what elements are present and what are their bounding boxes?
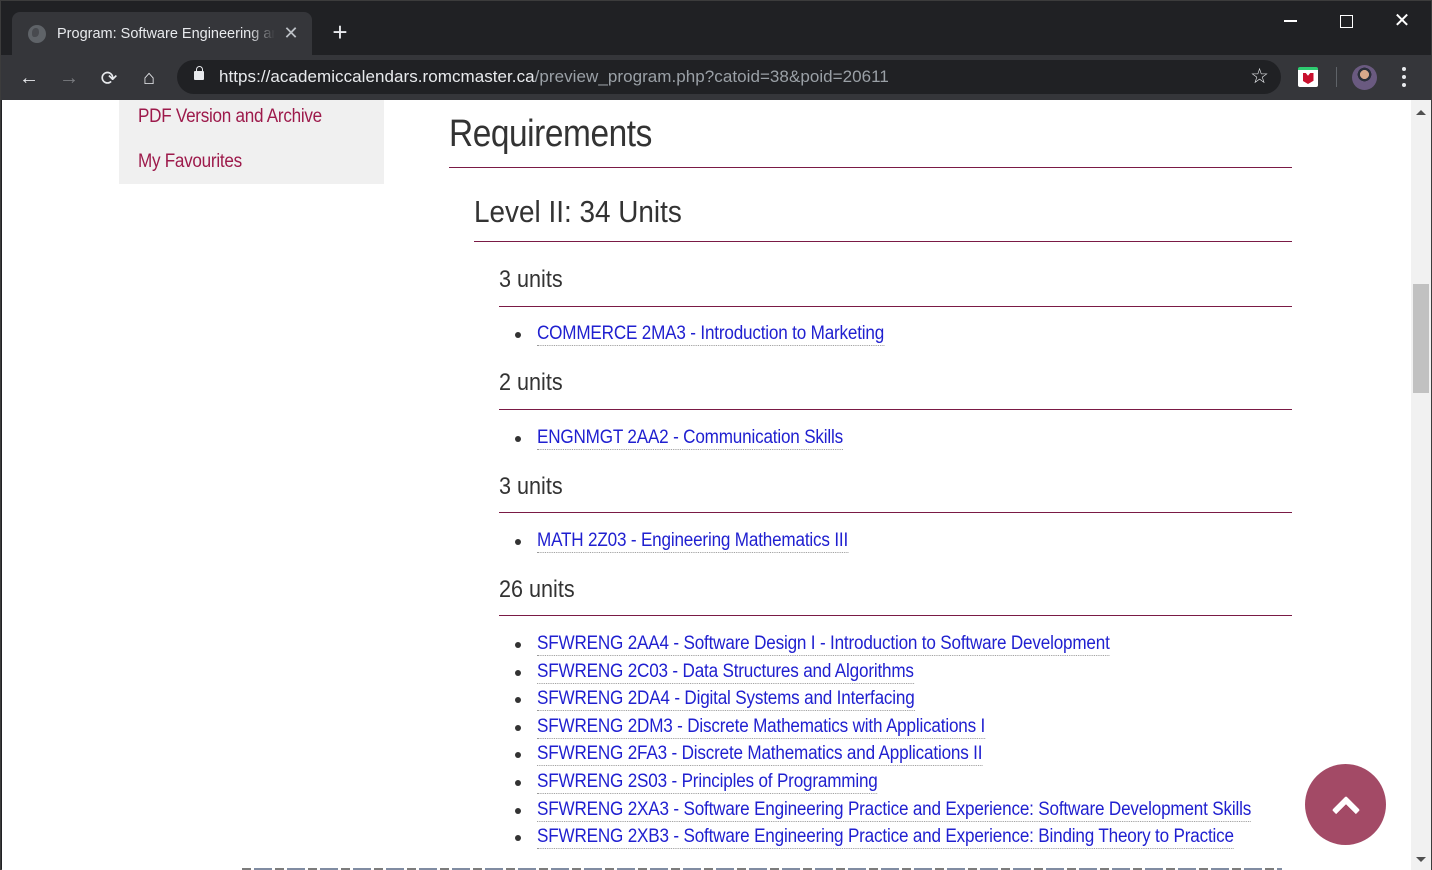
globe-icon xyxy=(28,24,46,43)
divider xyxy=(449,167,1292,168)
requirements-heading: Requirements xyxy=(449,113,652,155)
page-content: PDF Version and Archive My Favourites Re… xyxy=(2,100,1411,870)
course-link[interactable]: COMMERCE 2MA3 - Introduction to Marketin… xyxy=(537,322,884,346)
list-item: MATH 2Z03 - Engineering Mathematics III xyxy=(515,529,883,557)
reload-icon: ⟳ xyxy=(100,67,118,90)
window-close-button[interactable]: ✕ xyxy=(1373,1,1431,41)
course-list: MATH 2Z03 - Engineering Mathematics III xyxy=(515,529,883,557)
browser-window: Program: Software Engineering and Societ… xyxy=(0,0,1432,870)
list-item: SFWRENG 2XA3 - Software Engineering Prac… xyxy=(515,798,1330,826)
clipped-text-row xyxy=(242,864,1282,870)
course-list: SFWRENG 2AA4 - Software Design I - Intro… xyxy=(515,632,1330,853)
arrow-right-icon: → xyxy=(59,66,79,89)
url-text[interactable]: https://academiccalendars.romcmaster.ca/… xyxy=(219,67,889,87)
sidebar: PDF Version and Archive My Favourites xyxy=(119,100,384,184)
url-host: https://academiccalendars.romcmaster.ca xyxy=(219,67,535,86)
kebab-menu-icon[interactable] xyxy=(1397,65,1411,89)
back-to-top-button[interactable] xyxy=(1305,764,1386,845)
list-item: SFWRENG 2XB3 - Software Engineering Prac… xyxy=(515,825,1330,853)
list-item: SFWRENG 2C03 - Data Structures and Algor… xyxy=(515,660,1330,688)
browser-tab[interactable]: Program: Software Engineering and Societ… xyxy=(12,12,312,55)
home-icon: ⌂ xyxy=(142,66,156,89)
new-tab-button[interactable]: + xyxy=(327,19,353,45)
divider xyxy=(499,615,1292,616)
tab-strip: Program: Software Engineering and Societ… xyxy=(1,1,1431,55)
course-link[interactable]: SFWRENG 2C03 - Data Structures and Algor… xyxy=(537,660,914,684)
sidebar-link-my-favourites[interactable]: My Favourites xyxy=(138,151,242,173)
chevron-up-icon xyxy=(1331,795,1360,824)
units-heading: 3 units xyxy=(499,473,563,500)
home-button[interactable]: ⌂ xyxy=(134,63,164,93)
maximize-icon xyxy=(1339,14,1353,28)
course-list: COMMERCE 2MA3 - Introduction to Marketin… xyxy=(515,322,923,350)
maximize-button[interactable] xyxy=(1317,1,1375,41)
reload-button[interactable]: ⟳ xyxy=(94,63,124,93)
list-item: SFWRENG 2S03 - Principles of Programming xyxy=(515,770,1330,798)
course-link[interactable]: SFWRENG 2XB3 - Software Engineering Prac… xyxy=(537,825,1234,850)
url-path: /preview_program.php?catoid=38&poid=2061… xyxy=(534,67,889,86)
list-item: ENGNMGT 2AA2 - Communication Skills xyxy=(515,426,877,454)
bookmark-star-icon[interactable]: ☆ xyxy=(1250,64,1269,89)
divider xyxy=(474,241,1292,242)
course-link[interactable]: SFWRENG 2S03 - Principles of Programming xyxy=(537,770,878,794)
course-link[interactable]: SFWRENG 2AA4 - Software Design I - Intro… xyxy=(537,632,1110,656)
minimize-icon xyxy=(1283,20,1297,22)
browser-toolbar: ← → ⟳ ⌂ https://academiccalendars.romcma… xyxy=(1,55,1431,100)
course-link[interactable]: SFWRENG 2XA3 - Software Engineering Prac… xyxy=(537,798,1251,822)
forward-button[interactable]: → xyxy=(54,63,84,93)
list-item: SFWRENG 2AA4 - Software Design I - Intro… xyxy=(515,632,1330,660)
close-icon: ✕ xyxy=(1393,10,1411,32)
list-item: COMMERCE 2MA3 - Introduction to Marketin… xyxy=(515,322,923,350)
back-button[interactable]: ← xyxy=(14,63,44,93)
tab-close-icon[interactable]: ✕ xyxy=(281,23,301,44)
course-link[interactable]: SFWRENG 2DA4 - Digital Systems and Inter… xyxy=(537,687,915,712)
address-bar[interactable]: https://academiccalendars.romcmaster.ca/… xyxy=(177,60,1281,94)
mcafee-extension-icon[interactable] xyxy=(1298,67,1318,87)
lock-icon xyxy=(194,66,204,80)
course-link[interactable]: ENGNMGT 2AA2 - Communication Skills xyxy=(537,426,843,450)
scrollbar-thumb[interactable] xyxy=(1413,284,1429,393)
course-link[interactable]: MATH 2Z03 - Engineering Mathematics III xyxy=(537,529,848,553)
list-item: SFWRENG 2DM3 - Discrete Mathematics with… xyxy=(515,715,1330,743)
minimize-button[interactable] xyxy=(1261,1,1319,41)
course-list: ENGNMGT 2AA2 - Communication Skills xyxy=(515,426,877,454)
scroll-up-arrow-icon[interactable] xyxy=(1416,110,1426,115)
units-heading: 26 units xyxy=(499,576,575,603)
level-heading: Level II: 34 Units xyxy=(474,194,682,229)
list-item: SFWRENG 2DA4 - Digital Systems and Inter… xyxy=(515,687,1330,715)
arrow-left-icon: ← xyxy=(19,66,39,89)
vertical-scrollbar[interactable] xyxy=(1411,100,1431,870)
tab-title: Program: Software Engineering and Societ… xyxy=(57,25,275,42)
toolbar-divider xyxy=(1336,67,1337,87)
divider xyxy=(499,409,1292,410)
course-link[interactable]: SFWRENG 2DM3 - Discrete Mathematics with… xyxy=(537,715,985,739)
sidebar-link-pdf-archive[interactable]: PDF Version and Archive xyxy=(138,106,322,128)
units-heading: 3 units xyxy=(499,266,563,293)
profile-avatar[interactable] xyxy=(1352,65,1377,90)
scroll-down-arrow-icon[interactable] xyxy=(1416,857,1426,862)
divider xyxy=(499,306,1292,307)
units-heading: 2 units xyxy=(499,369,563,396)
course-link[interactable]: SFWRENG 2FA3 - Discrete Mathematics and … xyxy=(537,742,982,767)
divider xyxy=(499,512,1292,513)
list-item: SFWRENG 2FA3 - Discrete Mathematics and … xyxy=(515,742,1330,770)
